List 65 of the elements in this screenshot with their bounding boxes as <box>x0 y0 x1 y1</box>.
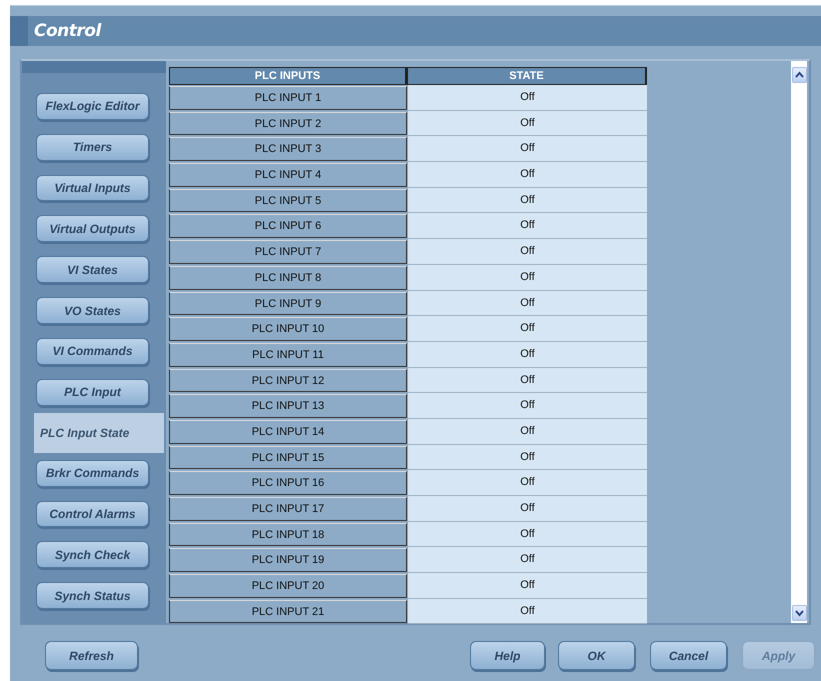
dialog-button[interactable]: Help <box>470 641 545 670</box>
dialog-button[interactable]: OK <box>558 641 635 670</box>
table-cell: PLC INPUT 8 <box>169 266 407 290</box>
dialog-button[interactable]: Refresh <box>45 641 138 670</box>
table-cell: Off <box>408 316 647 342</box>
table-cell: PLC INPUT 5 <box>169 188 407 212</box>
sidebar-item[interactable]: PLC Input State <box>34 412 164 453</box>
table-cell: PLC INPUT 6 <box>169 214 407 238</box>
table-cell: Off <box>408 522 647 548</box>
sidebar-item[interactable]: FlexLogic Editor <box>36 93 149 120</box>
table-cell: Off <box>408 598 647 624</box>
dialog-button[interactable]: Cancel <box>650 641 727 670</box>
table-cell: Off <box>408 188 647 214</box>
table-cell: PLC INPUT 2 <box>169 112 407 136</box>
table-cell: PLC INPUT 21 <box>169 600 407 624</box>
sidebar-item[interactable]: Timers <box>36 134 149 161</box>
table-cell: PLC INPUT 4 <box>169 163 407 187</box>
table-cell: PLC INPUT 3 <box>169 137 407 162</box>
table-cell: Off <box>408 368 647 394</box>
scrollbar[interactable] <box>791 61 807 623</box>
table-cell: PLC INPUT 9 <box>169 292 407 316</box>
sidebar-item[interactable]: PLC Input <box>36 378 149 406</box>
sidebar-item[interactable]: Synch Check <box>36 541 149 568</box>
table-cell: Off <box>408 110 647 136</box>
table-cell: PLC INPUT 11 <box>169 342 407 367</box>
table-cell: PLC INPUT 20 <box>169 574 407 598</box>
scroll-down-icon[interactable] <box>792 605 807 621</box>
table-cell: Off <box>408 547 647 574</box>
sidebar-item[interactable]: Control Alarms <box>36 500 149 528</box>
table-cell: PLC INPUT 7 <box>169 240 407 264</box>
sidebar-item[interactable]: Synch Status <box>36 582 149 610</box>
table-cell: Off <box>408 264 647 290</box>
table-cell: PLC INPUT 1 <box>169 86 407 110</box>
table-cell: Off <box>408 136 647 162</box>
table-cell: PLC INPUT 10 <box>169 317 407 341</box>
table-cell: Off <box>408 444 647 470</box>
sidebar-item[interactable]: Brkr Commands <box>36 460 149 487</box>
table-cell: Off <box>408 393 647 419</box>
table-cell: PLC INPUT 14 <box>169 420 407 444</box>
table-cell: PLC INPUT 15 <box>169 446 407 470</box>
table-cell: Off <box>408 162 647 188</box>
table-cell: PLC INPUT 18 <box>169 522 407 546</box>
table-cell: Off <box>408 290 647 316</box>
column-header: STATE <box>407 67 647 85</box>
table-cell: PLC INPUT 16 <box>169 471 407 495</box>
table-cell: Off <box>408 496 647 522</box>
table-cell: Off <box>408 418 647 445</box>
table-cell: Off <box>408 85 647 111</box>
sidebar-item[interactable]: VI Commands <box>36 338 149 365</box>
sidebar-item[interactable]: VI States <box>36 256 149 284</box>
table-cell: Off <box>408 239 647 265</box>
table-cell: PLC INPUT 12 <box>169 368 407 392</box>
table-cell: PLC INPUT 19 <box>169 548 407 572</box>
table-cell: Off <box>408 470 647 496</box>
table-cell: PLC INPUT 13 <box>169 394 407 418</box>
sidebar-item[interactable]: Virtual Inputs <box>36 174 149 202</box>
table-cell: Off <box>408 573 647 599</box>
scroll-up-icon[interactable] <box>792 67 807 83</box>
sidebar-item[interactable]: Virtual Outputs <box>36 215 149 242</box>
sidebar-item[interactable]: VO States <box>36 297 149 324</box>
table-cell: PLC INPUT 17 <box>169 497 407 521</box>
table-cell: Off <box>408 342 647 368</box>
column-header: PLC INPUTS <box>169 67 407 85</box>
table-cell: Off <box>408 213 647 240</box>
window-title: Control <box>33 21 101 41</box>
